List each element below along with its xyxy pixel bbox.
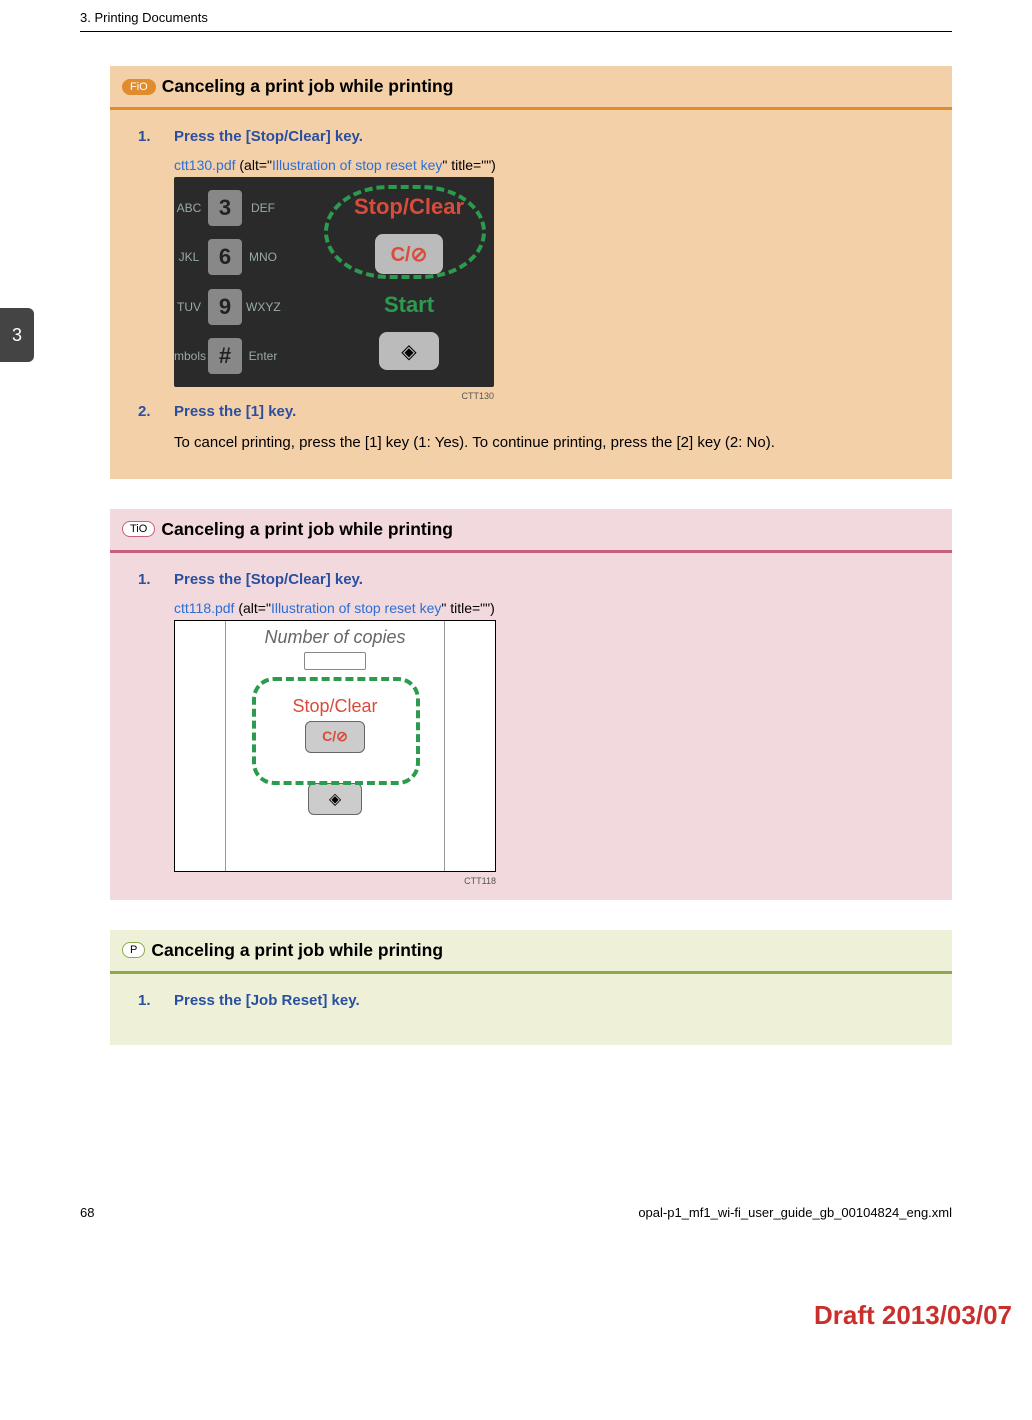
panel-left-strip: [175, 621, 226, 871]
copies-display-slot: [304, 652, 366, 670]
step-title: Press the [Job Reset] key.: [174, 992, 938, 1009]
heading-bar-p: P Canceling a print job while printing: [110, 930, 952, 971]
figure-keypad: ABC3DEF JKL6MNO TUV9WXYZ mbols#Enter Sto…: [174, 177, 494, 387]
step-title: Press the [Stop/Clear] key.: [174, 128, 938, 145]
step-fio-1: Press the [Stop/Clear] key. ctt130.pdf (…: [156, 120, 938, 395]
start-key-icon: ◈: [308, 783, 362, 815]
key-6: 6: [208, 239, 242, 275]
section-p: P Canceling a print job while printing P…: [110, 930, 952, 1045]
highlight-ring-icon: [252, 677, 420, 785]
section-tio: TiO Canceling a print job while printing…: [110, 509, 952, 900]
panel-right-strip: [444, 621, 495, 871]
chapter-title: 3. Printing Documents: [80, 10, 208, 25]
heading-title-tio: Canceling a print job while printing: [161, 519, 453, 540]
start-key-icon: ◈: [379, 332, 439, 370]
section-body-fio: Press the [Stop/Clear] key. ctt130.pdf (…: [110, 110, 952, 479]
tag-pill-fio: FiO: [122, 79, 156, 95]
heading-title-p: Canceling a print job while printing: [151, 940, 443, 961]
pdf-link[interactable]: ctt118.pdf: [174, 600, 234, 616]
image-link-text: ctt118.pdf (alt="Illustration of stop re…: [174, 600, 938, 616]
page-footer: 68 opal-p1_mf1_wi-fi_user_guide_gb_00104…: [80, 1075, 952, 1230]
heading-title-fio: Canceling a print job while printing: [162, 76, 454, 97]
heading-bar-tio: TiO Canceling a print job while printing: [110, 509, 952, 550]
chapter-tab: 3: [0, 308, 34, 362]
tag-pill-p: P: [122, 942, 145, 958]
number-of-copies-label: Number of copies: [264, 627, 405, 648]
header-rule: [80, 31, 952, 32]
step-desc: To cancel printing, press the [1] key (1…: [174, 432, 938, 455]
section-fio: FiO Canceling a print job while printing…: [110, 66, 952, 479]
tag-pill-tio: TiO: [122, 521, 155, 537]
section-body-p: Press the [Job Reset] key.: [110, 974, 952, 1045]
key-hash: #: [208, 338, 242, 374]
section-body-tio: Press the [Stop/Clear] key. ctt118.pdf (…: [110, 553, 952, 900]
heading-bar-fio: FiO Canceling a print job while printing: [110, 66, 952, 107]
draft-watermark: Draft 2013/03/07: [0, 1300, 1032, 1331]
figure-code: CTT118: [464, 876, 496, 886]
step-title: Press the [Stop/Clear] key.: [174, 571, 938, 588]
page-number: 68: [80, 1205, 94, 1220]
image-link-text: ctt130.pdf (alt="Illustration of stop re…: [174, 157, 938, 173]
highlight-ring-icon: [324, 185, 486, 279]
step-tio-1: Press the [Stop/Clear] key. ctt118.pdf (…: [156, 563, 938, 884]
panel-illustration: Number of copies Stop/Clear C/⊘ ◈: [174, 620, 496, 872]
keypad-illustration: ABC3DEF JKL6MNO TUV9WXYZ mbols#Enter Sto…: [174, 177, 494, 387]
step-title: Press the [1] key.: [174, 403, 938, 420]
alt-text: Illustration of stop reset key: [271, 600, 441, 616]
step-p-1: Press the [Job Reset] key.: [156, 984, 938, 1029]
key-3: 3: [208, 190, 242, 226]
step-fio-2: Press the [1] key. To cancel printing, p…: [156, 395, 938, 463]
key-9: 9: [208, 289, 242, 325]
page-header: 3. Printing Documents: [80, 0, 952, 31]
figure-panel: Number of copies Stop/Clear C/⊘ ◈ CTT118: [174, 620, 496, 872]
pdf-link[interactable]: ctt130.pdf: [174, 157, 236, 173]
alt-text: Illustration of stop reset key: [272, 157, 442, 173]
start-label: Start: [384, 292, 434, 318]
source-file: opal-p1_mf1_wi-fi_user_guide_gb_00104824…: [638, 1205, 952, 1220]
